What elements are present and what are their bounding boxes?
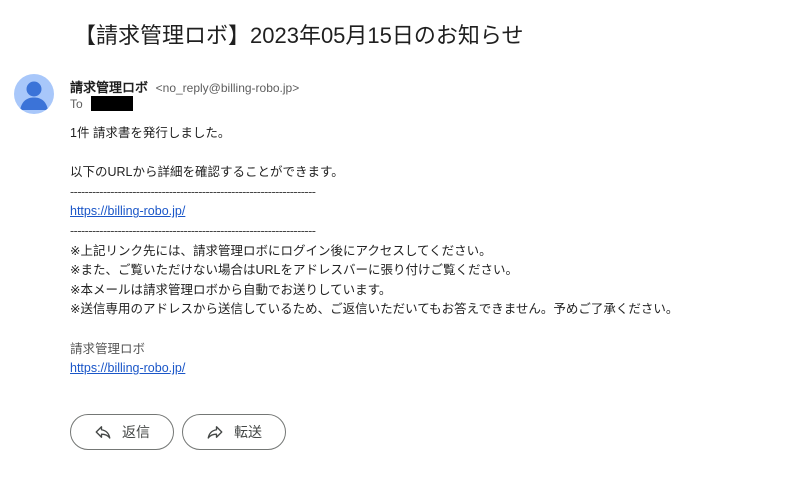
signature-name: 請求管理ロボ — [70, 341, 146, 356]
separator: ----------------------------------------… — [70, 184, 316, 199]
signature-url-link[interactable]: https://billing-robo.jp/ — [70, 361, 185, 375]
note-line: ※送信専用のアドレスから送信しているため、ご返信いただいてもお答えできません。予… — [70, 302, 679, 317]
separator: ----------------------------------------… — [70, 223, 316, 238]
sender-name[interactable]: 請求管理ロボ — [70, 80, 148, 95]
body-url-link[interactable]: https://billing-robo.jp/ — [70, 204, 185, 218]
body-line-issued: 1件 請求書を発行しました。 — [70, 126, 231, 140]
recipient-line: To — [70, 96, 133, 111]
to-label: To — [70, 96, 83, 111]
reply-label: 返信 — [122, 424, 150, 440]
person-icon — [20, 81, 48, 110]
note-line: ※上記リンク先には、請求管理ロボにログイン後にアクセスしてください。 — [70, 243, 492, 258]
sender-line: 請求管理ロボ <no_reply@billing-robo.jp> — [70, 77, 299, 96]
redacted-recipient — [90, 96, 133, 111]
sender-email: <no_reply@billing-robo.jp> — [155, 81, 300, 95]
note-line: ※本メールは請求管理ロボから自動でお送りしています。 — [70, 282, 392, 297]
forward-label: 転送 — [234, 424, 262, 440]
forward-button[interactable]: 転送 — [182, 414, 286, 450]
email-subject: 【請求管理ロボ】2023年05月15日のお知らせ — [74, 23, 524, 48]
body-line-details: 以下のURLから詳細を確認することができます。 — [70, 165, 344, 180]
forward-icon — [207, 426, 223, 439]
sender-avatar[interactable] — [14, 74, 54, 114]
note-line: ※また、ご覧いただけない場合はURLをアドレスバーに張り付けご覧ください。 — [70, 263, 518, 278]
reply-button[interactable]: 返信 — [70, 414, 174, 450]
email-body: 1件 請求書を発行しました。 以下のURLから詳細を確認することができます。 -… — [70, 124, 678, 379]
reply-icon — [95, 426, 111, 439]
